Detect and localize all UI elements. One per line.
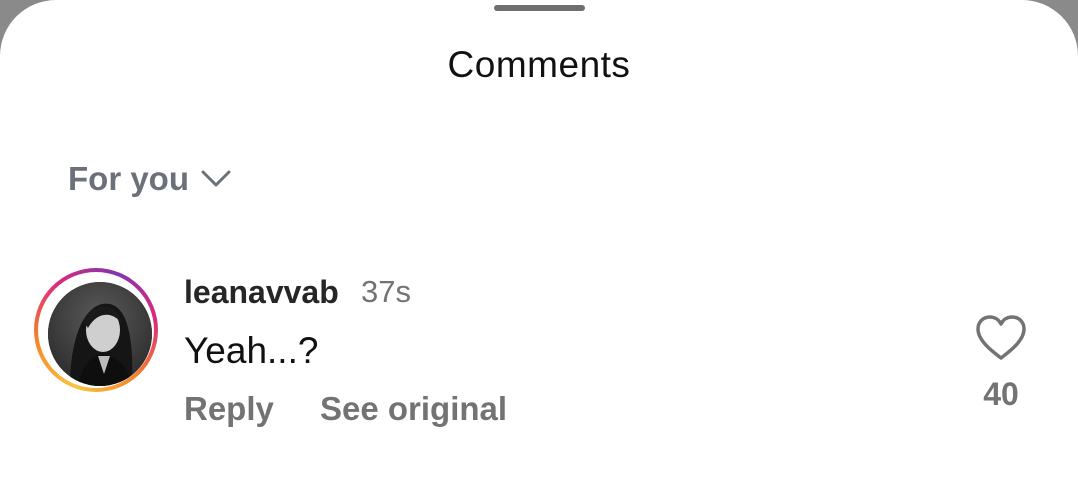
like-button[interactable] bbox=[974, 314, 1028, 362]
comments-sheet: Comments For you leanavvab 37s Yeah...? … bbox=[0, 0, 1078, 480]
reply-button[interactable]: Reply bbox=[184, 390, 274, 428]
avatar[interactable] bbox=[48, 282, 152, 386]
heart-outline-icon bbox=[974, 315, 1028, 366]
see-original-button[interactable]: See original bbox=[320, 390, 507, 428]
sheet-title: Comments bbox=[447, 44, 631, 85]
story-ring[interactable] bbox=[34, 268, 158, 392]
comment-text: Yeah...? bbox=[184, 330, 319, 371]
filter-label: For you bbox=[68, 160, 189, 197]
comment-timestamp: 37s bbox=[361, 274, 411, 309]
chevron-down-icon bbox=[201, 170, 231, 188]
like-count: 40 bbox=[983, 376, 1019, 412]
drag-handle[interactable] bbox=[494, 5, 585, 11]
comment-filter-dropdown[interactable]: For you bbox=[68, 160, 231, 198]
comment-username[interactable]: leanavvab bbox=[184, 274, 339, 311]
